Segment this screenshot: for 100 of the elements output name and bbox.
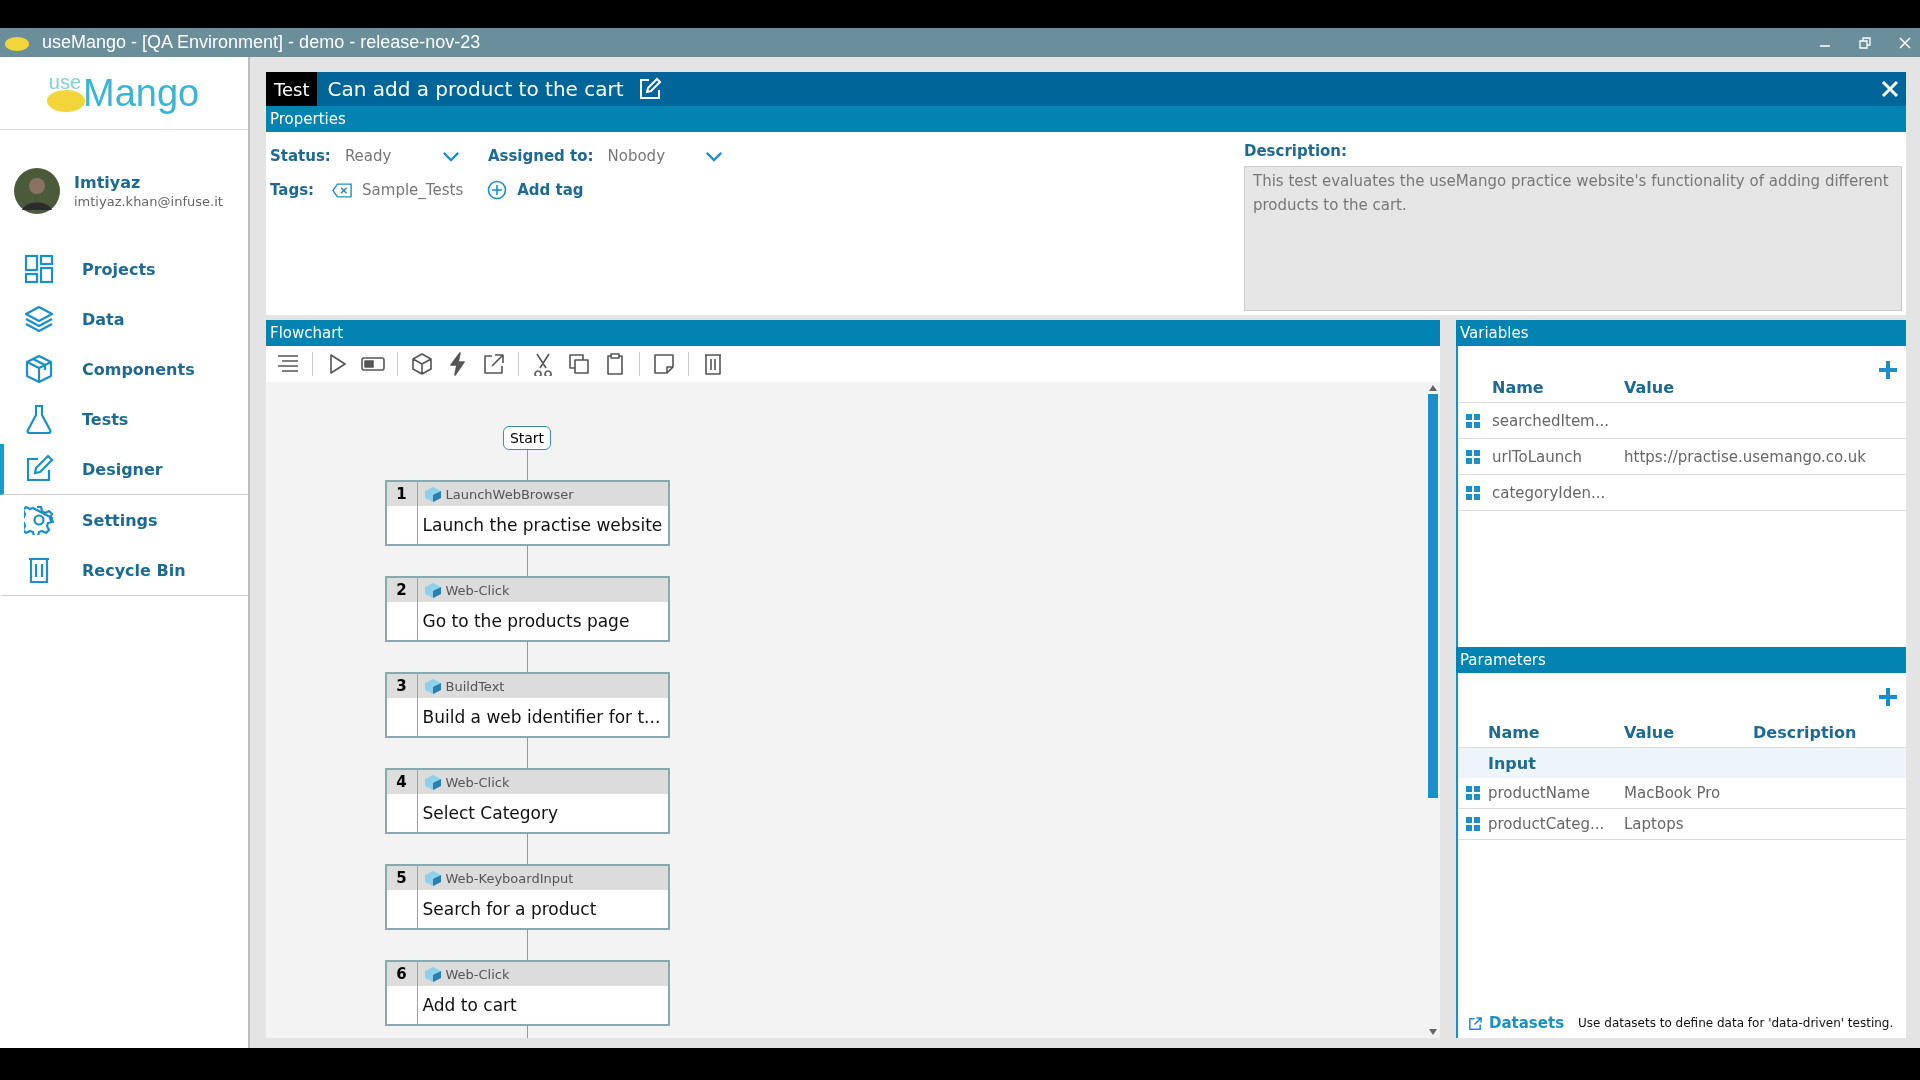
component-name: Web-Click — [445, 774, 510, 790]
edit-icon[interactable] — [637, 77, 662, 101]
table-cell-text: https://practise.usemango.co.uk — [1624, 447, 1867, 466]
edit-icon — [24, 454, 54, 484]
step-node[interactable]: 3 BuildText Build a web identifier for t... — [384, 672, 670, 738]
field-label: Assigned to: — [487, 147, 594, 165]
chevron-down-icon — [441, 150, 460, 162]
component-icon — [423, 870, 442, 886]
group-label: Input — [1488, 753, 1536, 773]
settings-icon — [24, 505, 54, 535]
column-header: Description — [1753, 722, 1858, 742]
component-name: LaunchWebBrowser — [445, 486, 574, 502]
cube-icon[interactable] — [410, 352, 434, 376]
description-field[interactable]: This test evaluates the useMango practice website's functionality of adding different products to the cart. — [1244, 166, 1902, 311]
user-name: Imtiyaz — [74, 173, 142, 192]
user-email: imtiyaz.khan@infuse.it — [74, 194, 223, 209]
component-name: Web-Click — [445, 966, 510, 982]
nav-item[interactable]: Settings — [0, 495, 248, 545]
assignee-dropdown[interactable]: Nobody — [603, 147, 727, 165]
grid-icon — [24, 254, 54, 284]
cube-icon — [24, 354, 54, 384]
section-header: Properties — [266, 106, 1906, 132]
copy-icon[interactable] — [567, 352, 591, 376]
field-label: Tags: — [270, 181, 315, 199]
step-description: Select Category — [421, 802, 559, 825]
table-cell-text: categoryIden... — [1492, 483, 1607, 502]
external-link-icon[interactable] — [1468, 1015, 1483, 1031]
section-header: Flowchart — [266, 320, 1440, 346]
step-number: 6 — [396, 964, 407, 985]
nav-item[interactable]: Data — [0, 294, 248, 344]
table-cell-text: Laptops — [1624, 815, 1685, 833]
cut-icon[interactable] — [531, 352, 555, 376]
status-dropdown[interactable]: Ready — [340, 147, 464, 165]
table-cell-text: MacBook Pro — [1624, 784, 1722, 802]
component-name: BuildText — [445, 678, 505, 694]
column-header: Name — [1492, 377, 1545, 397]
step-description: Go to the products page — [421, 610, 631, 633]
chevron-down-icon — [704, 150, 723, 162]
table-cell-text: urlToLaunch — [1492, 447, 1583, 466]
component-icon — [423, 678, 442, 694]
add-tag-link[interactable]: Add tag — [517, 181, 584, 199]
window-title: useMango - [QA Environment] - demo - release-nov-23 — [42, 32, 481, 53]
section-header: Parameters — [1456, 647, 1906, 673]
scroll-up-icon[interactable] — [1429, 385, 1437, 391]
note-icon[interactable] — [652, 352, 676, 376]
start-node[interactable]: Start — [502, 426, 552, 450]
datasets-link[interactable]: Datasets — [1489, 1014, 1565, 1032]
component-name: Web-Click — [445, 582, 510, 598]
step-number: 1 — [396, 484, 407, 505]
parameter-icon — [1466, 817, 1480, 831]
restore-icon[interactable] — [1858, 35, 1872, 50]
component-icon — [423, 966, 442, 982]
nav-item[interactable]: Tests — [0, 394, 248, 444]
section-header: Variables — [1456, 320, 1906, 346]
test-title: Can add a product to the cart — [327, 77, 624, 101]
column-header: Value — [1624, 722, 1676, 742]
step-description: Launch the practise website — [421, 514, 664, 537]
step-description: Build a web identifier for t... — [421, 706, 662, 729]
add-icon[interactable] — [1878, 687, 1898, 707]
step-node[interactable]: 1 LaunchWebBrowser Launch the practise website — [384, 480, 670, 546]
field-label: Description: — [1244, 142, 1348, 160]
parameter-icon — [1466, 786, 1480, 800]
close-icon[interactable] — [1898, 35, 1912, 50]
variable-icon — [1466, 485, 1480, 500]
nav-item[interactable]: Designer — [0, 444, 248, 495]
flask-icon — [24, 404, 54, 434]
component-icon — [423, 774, 442, 790]
step-node[interactable]: 5 Web-KeyboardInput Search for a product — [384, 864, 670, 930]
tag: Sample_Tests — [362, 181, 464, 199]
step-description: Search for a product — [421, 898, 598, 921]
step-number: 3 — [396, 676, 407, 697]
variable-icon — [1466, 449, 1480, 464]
add-icon[interactable] — [1878, 360, 1898, 380]
remove-tag-icon[interactable] — [332, 182, 353, 198]
component-icon — [423, 582, 442, 598]
layers-icon — [24, 304, 54, 334]
nav-item[interactable]: Recycle Bin — [0, 545, 248, 596]
table-cell-text: productName — [1488, 784, 1591, 802]
avatar — [14, 168, 60, 214]
step-node[interactable]: 6 Web-Click Add to cart — [384, 960, 670, 1026]
table-cell-text: productCateg... — [1488, 815, 1606, 833]
close-icon[interactable] — [1880, 79, 1900, 99]
component-icon — [423, 486, 442, 502]
scroll-down-icon[interactable] — [1429, 1029, 1437, 1035]
step-number: 2 — [396, 580, 407, 601]
test-badge: Test — [266, 72, 318, 106]
step-node[interactable]: 4 Web-Click Select Category — [384, 768, 670, 834]
scrollbar-thumb[interactable] — [1428, 394, 1438, 798]
step-number: 5 — [396, 868, 407, 889]
datasets-hint: Use datasets to define data for 'data-driven' testing. — [1578, 1016, 1894, 1030]
nav-item[interactable]: Projects — [0, 244, 248, 294]
step-description: Add to cart — [421, 994, 518, 1017]
column-header: Name — [1488, 722, 1541, 742]
field-label: Status: — [270, 147, 331, 165]
add-icon[interactable] — [487, 180, 508, 200]
nav-item[interactable]: Components — [0, 344, 248, 394]
component-name: Web-KeyboardInput — [445, 870, 574, 886]
step-node[interactable]: 2 Web-Click Go to the products page — [384, 576, 670, 642]
external-link-icon[interactable] — [482, 352, 506, 376]
step-number: 4 — [396, 772, 407, 793]
